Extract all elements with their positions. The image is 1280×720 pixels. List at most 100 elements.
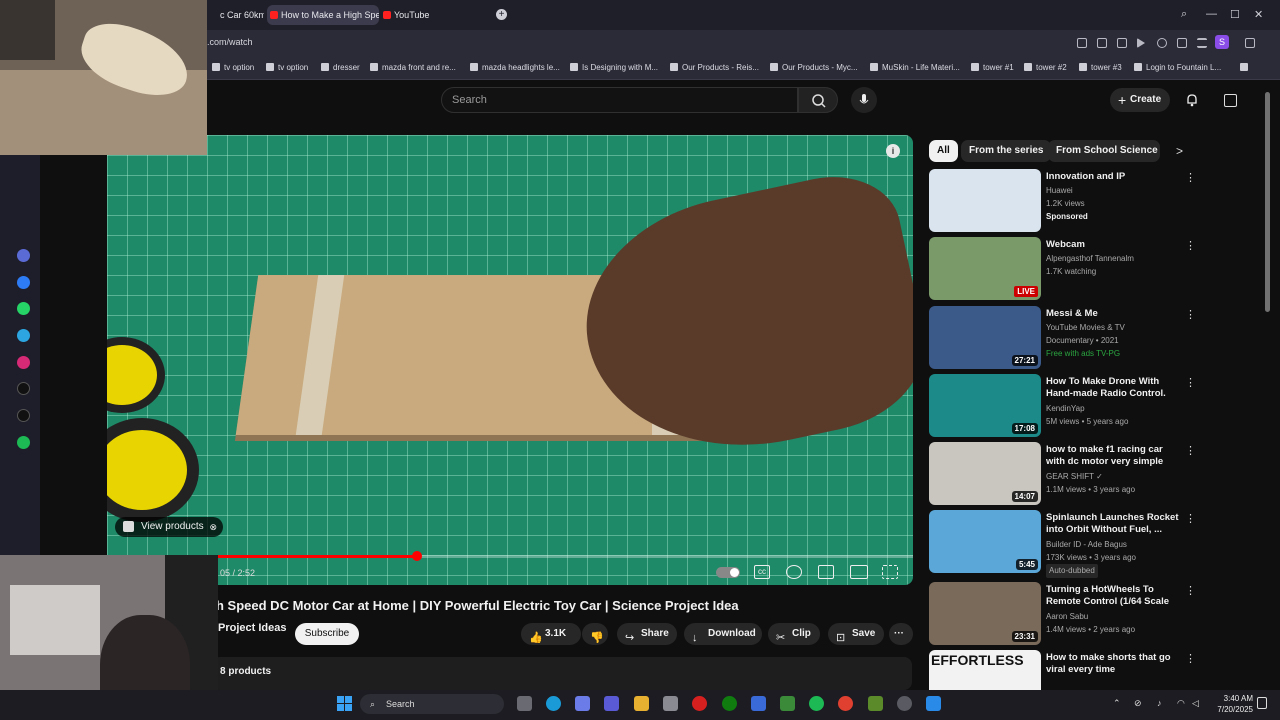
video-thumbnail[interactable]: 27:21: [929, 306, 1041, 369]
tab-how-to-make[interactable]: How to Make a High Spe: [267, 5, 379, 25]
taskbar-clock[interactable]: 3:40 AM 7/20/2025: [1205, 693, 1253, 715]
recommendation-title[interactable]: How To Make Drone With Hand-made Radio C…: [1046, 376, 1181, 400]
messenger-icon[interactable]: [17, 276, 30, 289]
new-tab-button[interactable]: +: [496, 9, 507, 20]
more-options-icon[interactable]: ⋮: [1185, 444, 1196, 457]
store-icon[interactable]: [751, 696, 766, 711]
tiktok-icon[interactable]: [17, 382, 30, 395]
recommendation-item[interactable]: 17:08 How To Make Drone With Hand-made R…: [929, 374, 1199, 438]
bookmark-item[interactable]: tower #2: [1024, 63, 1067, 72]
recommendation-item[interactable]: 27:21 Messi & Me YouTube Movies & TV Doc…: [929, 306, 1199, 370]
view-products-button[interactable]: View products ⊗: [115, 517, 223, 537]
clip-button[interactable]: ✂ Clip: [768, 623, 820, 645]
facebook-icon[interactable]: [926, 696, 941, 711]
search-button[interactable]: [798, 87, 838, 113]
whatsapp-icon[interactable]: [17, 302, 30, 315]
description-box[interactable]: [212, 657, 912, 690]
obs-icon[interactable]: [897, 696, 912, 711]
recommendation-channel[interactable]: GEAR SHIFT ✓: [1046, 470, 1103, 484]
recommendation-title[interactable]: Spinlaunch Launches Rocket into Orbit Wi…: [1046, 512, 1181, 536]
search-input[interactable]: Search: [441, 87, 798, 113]
aria-icon[interactable]: [17, 249, 30, 262]
bookmark-item[interactable]: tower #3: [1079, 63, 1122, 72]
close-button[interactable]: ✕: [1254, 8, 1263, 21]
maximize-button[interactable]: ☐: [1230, 8, 1240, 21]
more-options-icon[interactable]: ⋮: [1185, 239, 1196, 252]
recommendation-channel[interactable]: Builder ID - Ade Bagus: [1046, 538, 1127, 552]
chip-from-the-series[interactable]: From the series: [961, 140, 1052, 162]
task-view-icon[interactable]: [517, 696, 532, 711]
file-explorer-icon[interactable]: [634, 696, 649, 711]
theater-mode-icon[interactable]: [850, 565, 868, 579]
chip-all[interactable]: All: [929, 140, 958, 162]
bookmarks-overflow-button[interactable]: »: [1240, 63, 1249, 72]
recommendation-item[interactable]: 5:45 Spinlaunch Launches Rocket into Orb…: [929, 510, 1199, 578]
chevron-right-icon[interactable]: >: [1176, 144, 1183, 158]
nvidia-icon[interactable]: [868, 696, 883, 711]
video-thumbnail[interactable]: [929, 169, 1041, 232]
bookmark-item[interactable]: mazda headlights le...: [470, 63, 560, 72]
bookmark-item[interactable]: Is Designing with M...: [570, 63, 658, 72]
recommendation-title[interactable]: Webcam: [1046, 239, 1181, 251]
bookmark-item[interactable]: tv option: [212, 63, 254, 72]
chrome-icon[interactable]: [838, 696, 853, 711]
wifi-icon[interactable]: ◠: [1177, 698, 1185, 709]
volume-icon[interactable]: ◁: [1192, 698, 1199, 709]
recommendation-item[interactable]: 14:07 how to make f1 racing car with dc …: [929, 442, 1199, 506]
recommendation-channel[interactable]: KendinYap: [1046, 402, 1085, 416]
video-thumbnail[interactable]: LIVE: [929, 237, 1041, 300]
recommendation-channel[interactable]: YouTube Movies & TV: [1046, 321, 1125, 335]
dislike-button[interactable]: 👎: [582, 623, 608, 645]
download-icon[interactable]: [1177, 38, 1187, 48]
more-actions-button[interactable]: ···: [889, 623, 913, 645]
bookmark-item[interactable]: Our Products - Reis...: [670, 63, 759, 72]
game-icon[interactable]: [780, 696, 795, 711]
recommendation-item[interactable]: EFFORTLESS How to make shorts that go vi…: [929, 650, 1199, 690]
voice-search-button[interactable]: [851, 87, 877, 113]
minimize-button[interactable]: —: [1206, 8, 1217, 20]
fullscreen-icon[interactable]: [882, 565, 898, 579]
video-thumbnail[interactable]: 23:31: [929, 582, 1041, 645]
play-icon[interactable]: [1137, 38, 1145, 48]
channel-name[interactable]: Project Ideas: [218, 622, 286, 634]
bookmark-item[interactable]: MuSkin - Life Materi...: [870, 63, 960, 72]
settings-gear-icon[interactable]: [786, 565, 802, 579]
bookmark-item[interactable]: tv option: [266, 63, 308, 72]
video-thumbnail[interactable]: 17:08: [929, 374, 1041, 437]
notifications-bell-icon[interactable]: [1185, 93, 1199, 107]
video-thumbnail[interactable]: 14:07: [929, 442, 1041, 505]
like-button[interactable]: 👍 3.1K: [521, 623, 581, 645]
extensions-icon[interactable]: [1245, 38, 1255, 48]
chevron-up-icon[interactable]: ⌃: [1113, 698, 1121, 709]
video-player[interactable]: [107, 135, 913, 585]
save-button[interactable]: ⊡ Save: [828, 623, 884, 645]
more-options-icon[interactable]: ⋮: [1185, 512, 1196, 525]
more-options-icon[interactable]: ⋮: [1185, 308, 1196, 321]
progress-bar[interactable]: [218, 555, 913, 558]
bookmark-item[interactable]: Our Products - Myc...: [770, 63, 858, 72]
captions-icon[interactable]: cc: [754, 565, 770, 579]
search-tabs-icon[interactable]: ⌕: [1181, 8, 1187, 21]
heart-icon[interactable]: [1157, 38, 1167, 48]
opera-icon[interactable]: [692, 696, 707, 711]
recommendation-title[interactable]: how to make f1 racing car with dc motor …: [1046, 444, 1181, 468]
close-icon[interactable]: ⊗: [209, 517, 217, 537]
shield-icon[interactable]: [1117, 38, 1127, 48]
xbox-icon[interactable]: [722, 696, 737, 711]
miniplayer-icon[interactable]: [818, 565, 834, 579]
share-button[interactable]: ↪ Share: [617, 623, 677, 645]
taskbar-search[interactable]: ⌕ Search: [360, 694, 504, 714]
notification-icon[interactable]: [1257, 697, 1267, 709]
recommendation-channel[interactable]: Huawei: [1046, 184, 1073, 198]
app-icon[interactable]: [663, 696, 678, 711]
tab-car-video[interactable]: c Car 60km/h m: [206, 5, 264, 25]
telegram-icon[interactable]: [17, 329, 30, 342]
chip-from-school-science[interactable]: From School Science Pro: [1048, 140, 1160, 162]
bookmark-item[interactable]: Login to Fountain L...: [1134, 63, 1221, 72]
spotify-icon[interactable]: [17, 436, 30, 449]
recommendation-title[interactable]: How to make shorts that go viral every t…: [1046, 652, 1181, 676]
bookmark-item[interactable]: mazda front and re...: [370, 63, 456, 72]
recommendation-title[interactable]: Innovation and IP: [1046, 171, 1181, 183]
autoplay-toggle[interactable]: [716, 567, 740, 578]
video-thumbnail[interactable]: EFFORTLESS: [929, 650, 1041, 690]
